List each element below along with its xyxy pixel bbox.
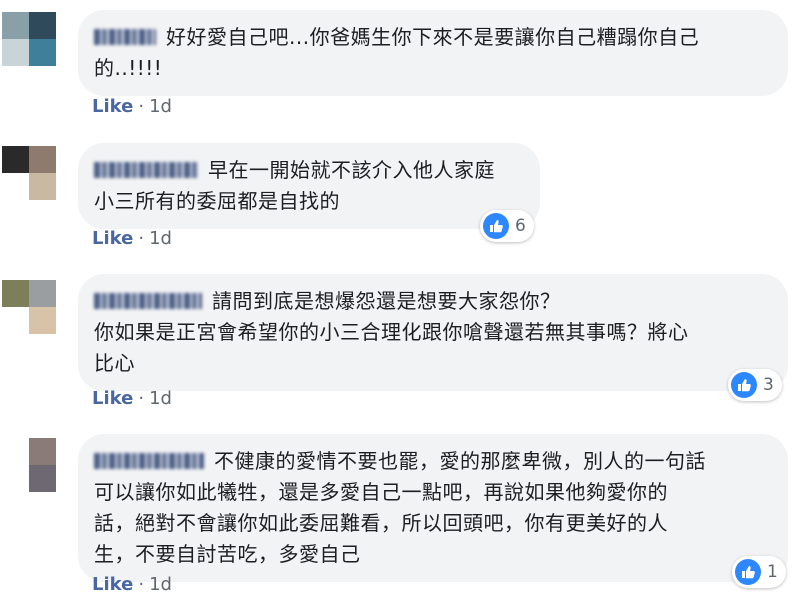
reaction-count-badge[interactable]: 1 — [732, 556, 786, 588]
avatar-tile — [2, 173, 29, 200]
comment-text-line: 比心 — [94, 351, 135, 375]
comment-meta: Like · 1d — [92, 388, 172, 409]
comment-text-line: 可以讓你如此犧牲，還是多愛自己一點吧，再說如果他夠愛你的 — [94, 480, 668, 504]
commenter-name[interactable] — [94, 161, 198, 178]
comment-text-line: 小三所有的委屈都是自找的 — [94, 189, 340, 213]
separator-dot: · — [138, 96, 145, 117]
commenter-avatar[interactable] — [2, 280, 56, 334]
like-link[interactable]: Like — [92, 574, 133, 595]
reaction-count: 1 — [767, 562, 778, 582]
like-link[interactable]: Like — [92, 228, 133, 249]
timestamp[interactable]: 1d — [149, 228, 172, 249]
like-reaction-icon — [735, 559, 761, 585]
comment-bubble: 好好愛自己吧...你爸媽生你下來不是要讓你自己糟蹋你自己 的..!!!! — [78, 10, 788, 96]
separator-dot: · — [138, 574, 145, 595]
comment-text-line: 不健康的愛情不要也罷，愛的那麼卑微，別人的一句話 — [214, 449, 706, 473]
avatar-tile — [29, 465, 56, 492]
separator-dot: · — [138, 228, 145, 249]
avatar-tile — [2, 39, 29, 66]
timestamp[interactable]: 1d — [149, 388, 172, 409]
reaction-count: 3 — [763, 375, 774, 395]
commenter-name[interactable] — [94, 292, 202, 309]
avatar-tile — [29, 173, 56, 200]
comment-text-line: 的..!!!! — [94, 56, 163, 80]
comment-meta: Like · 1d — [92, 574, 172, 595]
timestamp[interactable]: 1d — [149, 96, 172, 117]
commenter-avatar[interactable] — [2, 438, 56, 492]
avatar-tile — [2, 438, 29, 465]
commenter-name[interactable] — [94, 28, 156, 45]
avatar-tile — [29, 307, 56, 334]
like-link[interactable]: Like — [92, 388, 133, 409]
avatar-tile — [29, 280, 56, 307]
avatar-tile — [2, 280, 29, 307]
comment-text-line: 你如果是正宮會希望你的小三合理化跟你嗆聲還若無其事嗎？將心 — [94, 320, 689, 344]
like-reaction-icon — [731, 372, 757, 398]
reaction-count: 6 — [515, 216, 526, 236]
comment-text-line: 好好愛自己吧...你爸媽生你下來不是要讓你自己糟蹋你自己 — [166, 25, 700, 49]
commenter-name[interactable] — [94, 452, 204, 469]
comment-text-line: 請問到底是想爆怨還是想要大家怨你？ — [212, 289, 561, 313]
timestamp[interactable]: 1d — [149, 574, 172, 595]
commenter-avatar[interactable] — [2, 146, 56, 200]
comment-bubble: 早在一開始就不該介入他人家庭 小三所有的委屈都是自找的 — [78, 143, 540, 229]
avatar-tile — [29, 39, 56, 66]
avatar-tile — [29, 12, 56, 39]
reaction-count-badge[interactable]: 6 — [480, 210, 534, 242]
comment-bubble: 請問到底是想爆怨還是想要大家怨你？ 你如果是正宮會希望你的小三合理化跟你嗆聲還若… — [78, 274, 788, 391]
like-link[interactable]: Like — [92, 96, 133, 117]
comment-bubble: 不健康的愛情不要也罷，愛的那麼卑微，別人的一句話 可以讓你如此犧牲，還是多愛自己… — [78, 434, 788, 582]
avatar-tile — [29, 146, 56, 173]
avatar-tile — [29, 438, 56, 465]
comment-text-line: 生，不要自討苦吃，多愛自己 — [94, 542, 361, 566]
commenter-avatar[interactable] — [2, 12, 56, 66]
avatar-tile — [2, 307, 29, 334]
separator-dot: · — [138, 388, 145, 409]
like-reaction-icon — [483, 213, 509, 239]
avatar-tile — [2, 465, 29, 492]
comment-meta: Like · 1d — [92, 96, 172, 117]
reaction-count-badge[interactable]: 3 — [728, 369, 782, 401]
comment-meta: Like · 1d — [92, 228, 172, 249]
avatar-tile — [2, 12, 29, 39]
comment-text-line: 話，絕對不會讓你如此委屈難看，所以回頭吧，你有更美好的人 — [94, 511, 668, 535]
avatar-tile — [2, 146, 29, 173]
comment-text-line: 早在一開始就不該介入他人家庭 — [208, 158, 495, 182]
